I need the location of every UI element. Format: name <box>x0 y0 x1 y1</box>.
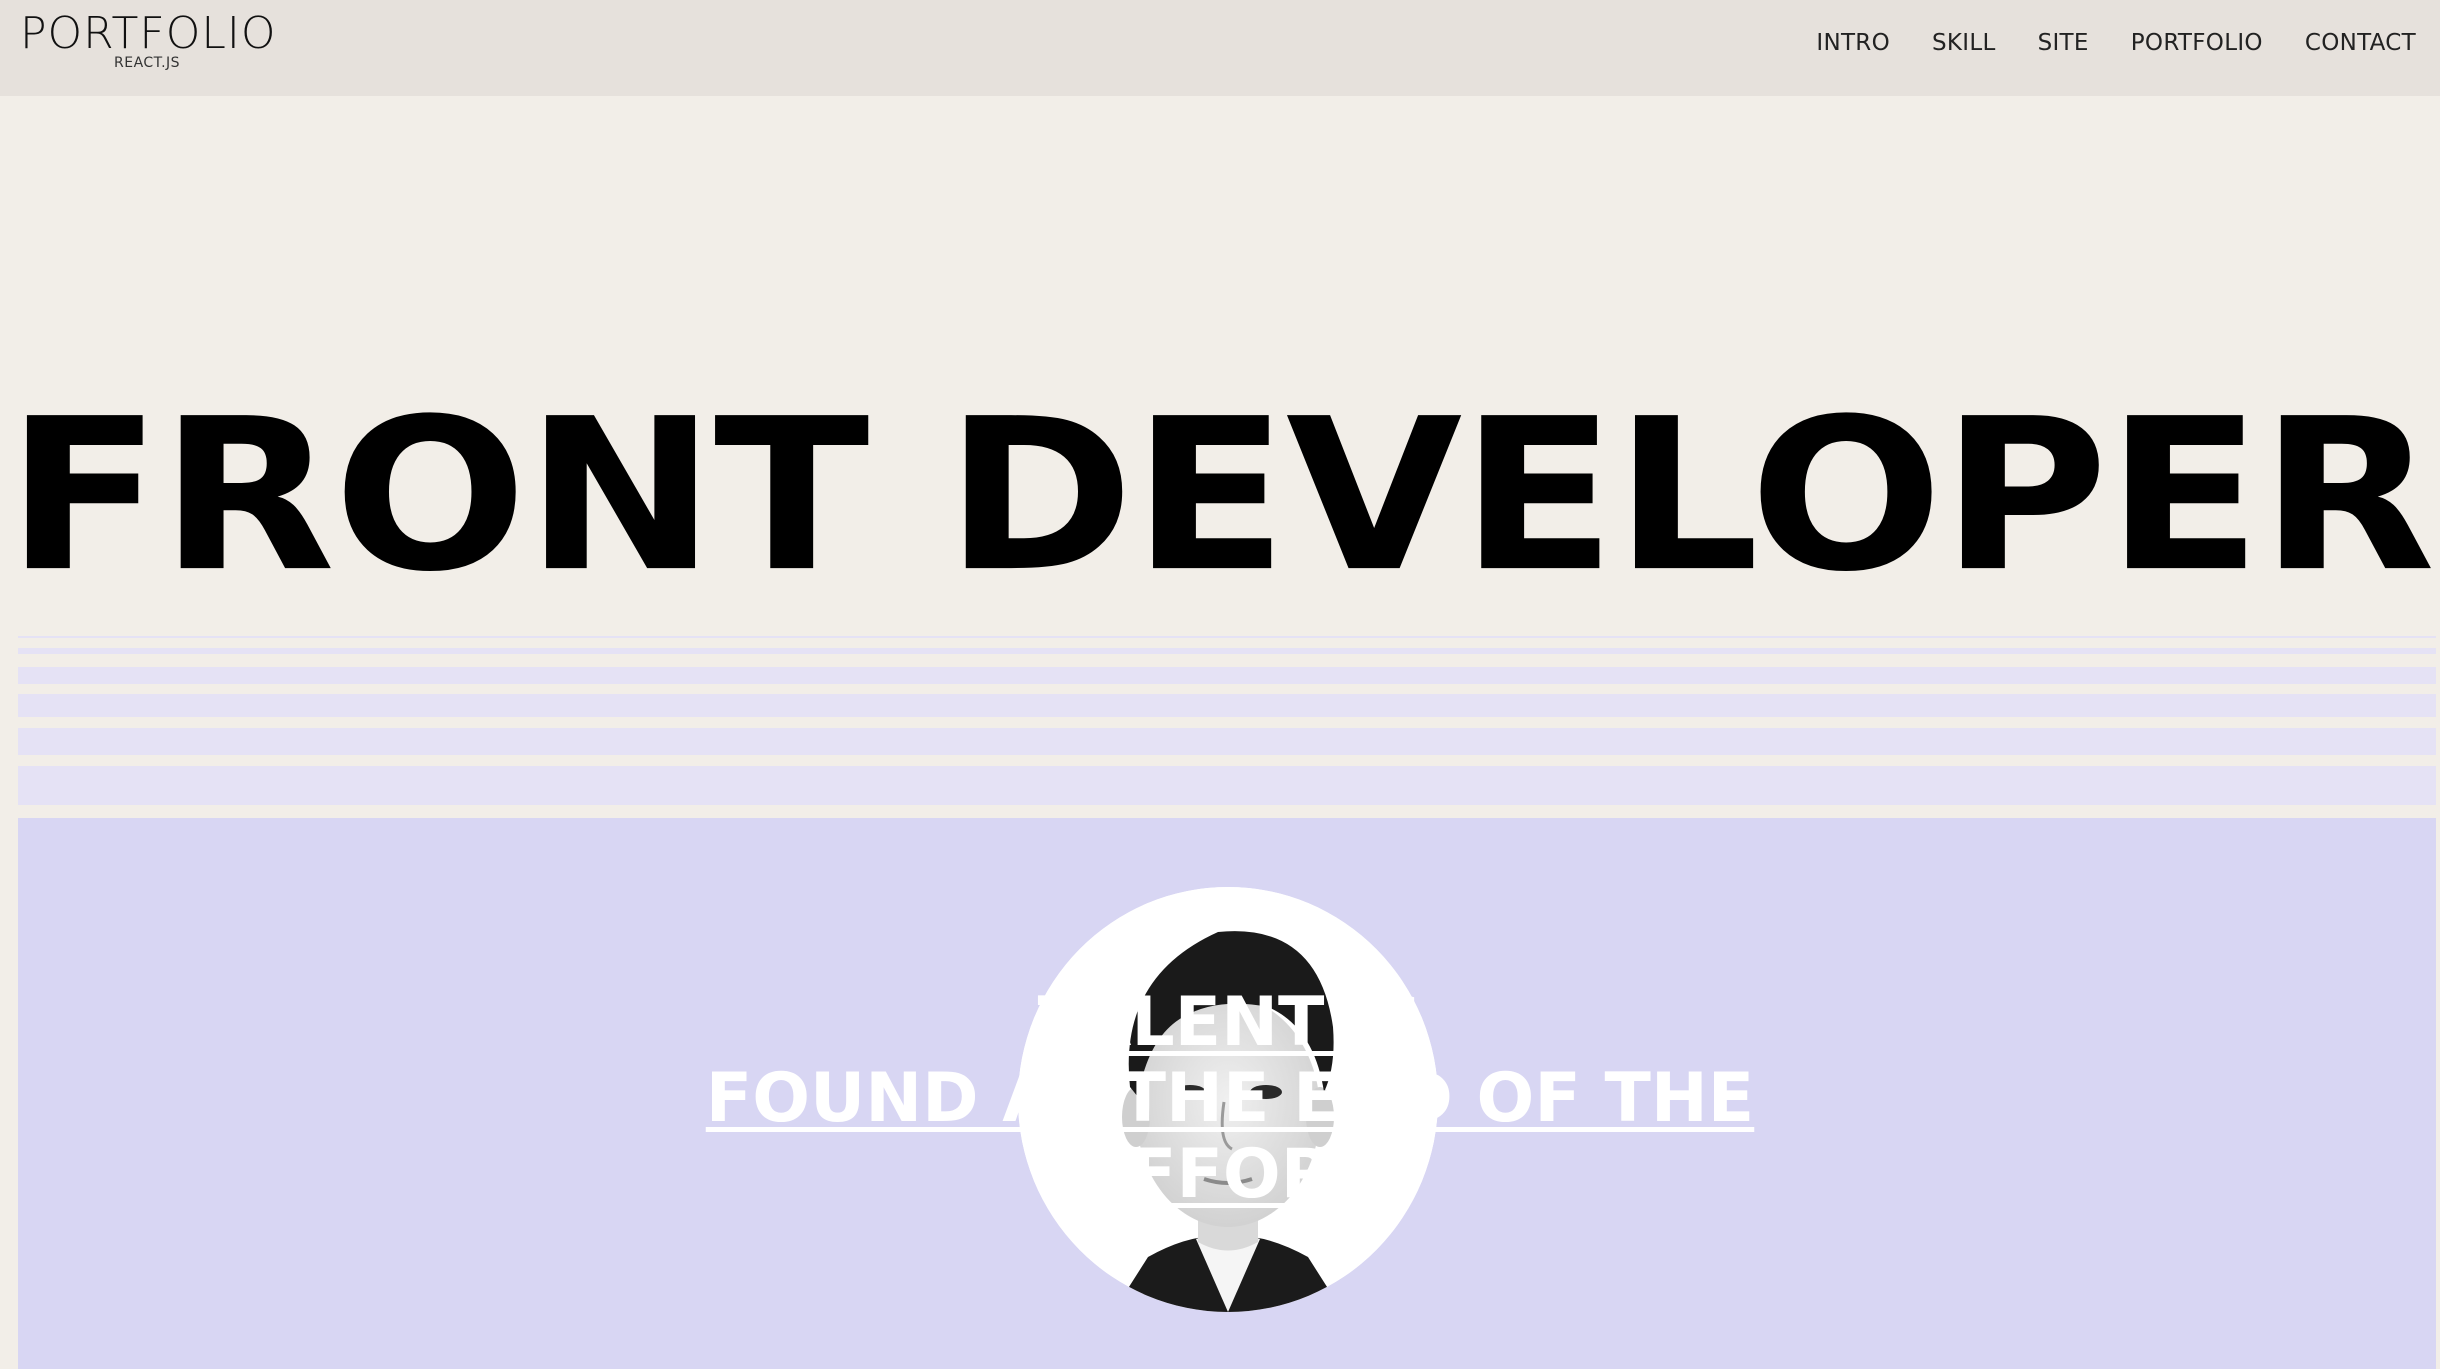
stripe-band <box>18 636 2436 638</box>
stripe-band <box>18 667 2436 684</box>
nav-item-site[interactable]: SITE <box>2038 30 2089 56</box>
main-nav: INTRO SKILL SITE PORTFOLIO CONTACT <box>1816 0 2440 86</box>
intro-quote: TALENT IS FOUND AT THE END OF THE EFFORT <box>620 985 1840 1213</box>
nav-item-intro[interactable]: INTRO <box>1816 30 1890 56</box>
page: PORTFOLIO REACT.JS INTRO SKILL SITE PORT… <box>0 0 2440 1369</box>
logo-title: PORTFOLIO <box>20 8 277 59</box>
site-header: PORTFOLIO REACT.JS INTRO SKILL SITE PORT… <box>0 0 2440 96</box>
nav-item-portfolio[interactable]: PORTFOLIO <box>2131 30 2263 56</box>
logo-subtitle: REACT.JS <box>114 55 181 71</box>
nav-item-skill[interactable]: SKILL <box>1932 30 1996 56</box>
stripe-band <box>18 728 2436 755</box>
intro-quote-line-2: FOUND AT THE END OF THE <box>705 1059 1755 1138</box>
stripe-band <box>18 766 2436 805</box>
intro-quote-line-3: EFFORT <box>1083 1135 1377 1214</box>
nav-item-contact[interactable]: CONTACT <box>2305 30 2416 56</box>
stripe-band <box>18 694 2436 717</box>
logo-link[interactable]: PORTFOLIO REACT.JS <box>20 8 280 72</box>
stripe-band <box>18 648 2436 654</box>
hero-title: FRONT DEVELOPER <box>6 373 2435 618</box>
intro-quote-line-1: TALENT IS <box>1037 983 1423 1062</box>
